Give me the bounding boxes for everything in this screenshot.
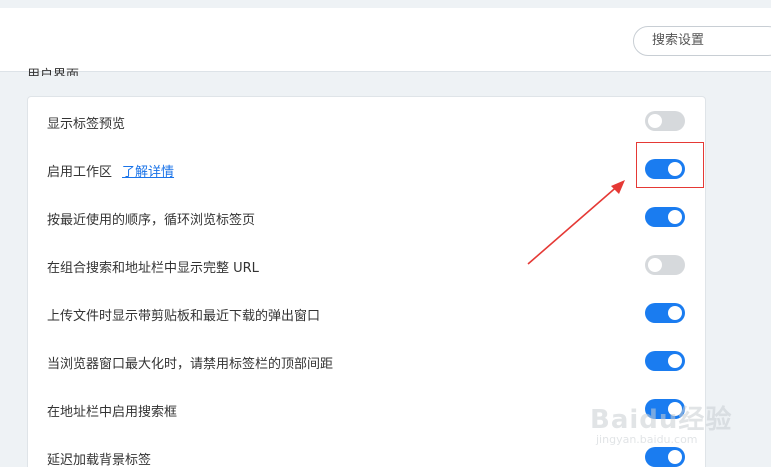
setting-label: 当浏览器窗口最大化时，请禁用标签栏的顶部间距	[47, 357, 334, 372]
cycle-tabs-toggle[interactable]	[645, 207, 685, 227]
toggle-knob	[648, 114, 662, 128]
toggle-knob	[668, 210, 682, 224]
setting-label-text: 启用工作区	[47, 165, 113, 180]
setting-label: 延迟加载背景标签	[47, 453, 152, 467]
setting-row-upload-popup: 上传文件时显示带剪贴板和最近下载的弹出窗口	[28, 289, 707, 337]
toggle-knob	[668, 306, 682, 320]
watermark-sub-text: jingyan.baidu.com	[596, 433, 698, 446]
maximized-spacing-toggle[interactable]	[645, 351, 685, 371]
setting-row-tab-preview: 显示标签预览	[28, 97, 707, 145]
full-url-toggle[interactable]	[645, 255, 685, 275]
watermark-main-text: Baidu经验	[590, 405, 733, 435]
top-bar: 搜索设置	[0, 0, 771, 72]
toggle-knob	[648, 258, 662, 272]
setting-label: 显示标签预览	[47, 117, 126, 132]
tab-preview-toggle[interactable]	[645, 111, 685, 131]
setting-label: 上传文件时显示带剪贴板和最近下载的弹出窗口	[47, 309, 321, 324]
setting-row-maximized-spacing: 当浏览器窗口最大化时，请禁用标签栏的顶部间距	[28, 337, 707, 385]
learn-more-link[interactable]: 了解详情	[122, 165, 174, 180]
setting-label: 按最近使用的顺序，循环浏览标签页	[47, 213, 256, 228]
section-title: 用户界面	[27, 68, 80, 76]
setting-label: 启用工作区 了解详情	[47, 161, 174, 180]
baidu-watermark-logo: Baidu经验 jingyan.baidu.com	[590, 395, 770, 465]
search-settings-input[interactable]: 搜索设置	[633, 26, 771, 56]
toggle-knob	[668, 354, 682, 368]
upload-popup-toggle[interactable]	[645, 303, 685, 323]
annotation-arrow-icon	[527, 180, 625, 265]
setting-label: 在地址栏中启用搜索框	[47, 405, 178, 420]
annotation-highlight-box	[636, 142, 704, 188]
setting-label: 在组合搜索和地址栏中显示完整 URL	[47, 261, 259, 276]
